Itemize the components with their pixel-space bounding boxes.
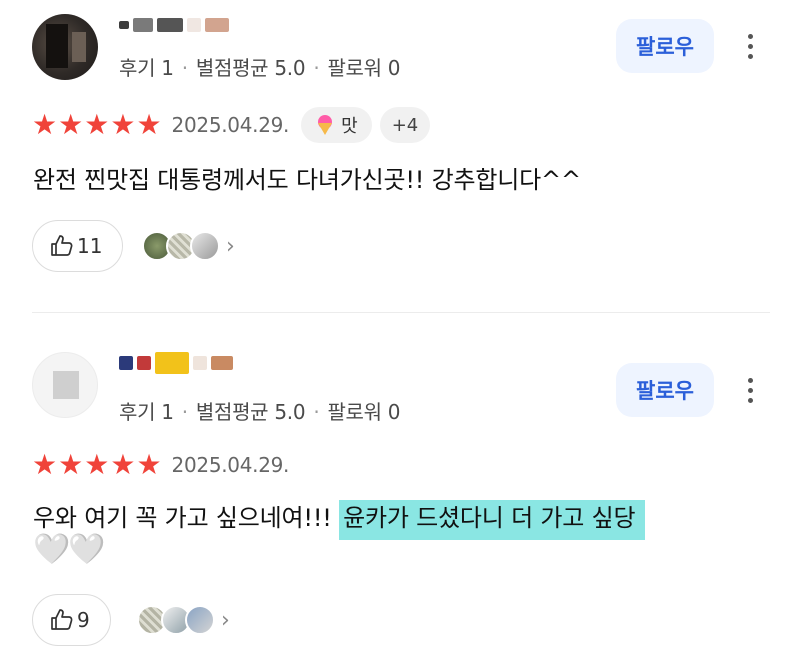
redacted-block bbox=[211, 356, 233, 370]
white-heart-icon: 🤍🤍 bbox=[33, 532, 106, 567]
icecream-icon bbox=[318, 115, 333, 135]
like-count: 9 bbox=[77, 608, 90, 632]
avatar[interactable] bbox=[32, 14, 98, 80]
like-count: 11 bbox=[77, 234, 103, 258]
tag-chip[interactable]: 맛 bbox=[301, 107, 372, 143]
avatar bbox=[190, 231, 220, 261]
review-text: 완전 찐맛집 대통령께서도 다녀가신곳!! 강추합니다^^ bbox=[33, 166, 581, 194]
thumbs-up-icon bbox=[51, 235, 73, 256]
review-count: 후기 1 bbox=[119, 56, 174, 80]
liker-avatars[interactable]: › bbox=[137, 605, 230, 635]
redacted-block bbox=[119, 21, 129, 29]
avatar-blur-block bbox=[72, 32, 86, 62]
star-rating: ★ ★ ★ ★ ★ bbox=[32, 451, 162, 479]
separator: · bbox=[313, 56, 320, 80]
divider bbox=[32, 312, 770, 313]
more-icon[interactable] bbox=[738, 370, 762, 410]
star-icon: ★ bbox=[58, 448, 84, 481]
rating-row: ★ ★ ★ ★ ★ 2025.04.29. 맛 +4 bbox=[32, 107, 431, 143]
redacted-block bbox=[205, 18, 229, 32]
like-button[interactable]: 9 bbox=[32, 594, 111, 646]
review-text: 우와 여기 꼭 가고 싶으네여!!! 윤카가 드셨다니 더 가고 싶당 bbox=[33, 498, 646, 540]
redacted-block bbox=[119, 356, 133, 370]
redacted-block bbox=[187, 18, 201, 32]
review-card: 후기 1 · 별점평균 5.0 · 팔로워 0 팔로우 ★ ★ ★ ★ ★ 20… bbox=[0, 0, 800, 314]
star-icon: ★ bbox=[58, 108, 84, 141]
review-card: 후기 1 · 별점평균 5.0 · 팔로워 0 팔로우 ★ ★ ★ ★ ★ 20… bbox=[0, 318, 800, 665]
follower-count: 팔로워 0 bbox=[327, 400, 401, 424]
star-icon: ★ bbox=[110, 108, 136, 141]
star-icon: ★ bbox=[136, 448, 162, 481]
chevron-right-icon: › bbox=[221, 607, 230, 633]
chevron-right-icon: › bbox=[226, 233, 235, 259]
nickname-redacted[interactable] bbox=[119, 352, 233, 374]
avatar-blur-block bbox=[53, 371, 79, 399]
review-count: 후기 1 bbox=[119, 400, 174, 424]
redacted-block bbox=[133, 18, 153, 32]
star-icon: ★ bbox=[84, 108, 110, 141]
thumbs-up-icon bbox=[51, 609, 73, 630]
like-button[interactable]: 11 bbox=[32, 220, 124, 272]
rating-average: 별점평균 5.0 bbox=[195, 400, 306, 424]
avatar-blur-block bbox=[46, 24, 68, 68]
redacted-block bbox=[137, 356, 151, 370]
redacted-block bbox=[155, 352, 189, 374]
follow-button[interactable]: 팔로우 bbox=[616, 363, 714, 417]
star-icon: ★ bbox=[32, 448, 58, 481]
separator: · bbox=[313, 400, 320, 424]
rating-average: 별점평균 5.0 bbox=[195, 56, 306, 80]
follow-button[interactable]: 팔로우 bbox=[616, 19, 714, 73]
tag-label: 맛 bbox=[341, 116, 358, 137]
follower-count: 팔로워 0 bbox=[327, 56, 401, 80]
review-text-plain: 우와 여기 꼭 가고 싶으네여!!! bbox=[33, 504, 340, 532]
more-icon[interactable] bbox=[738, 26, 762, 66]
rating-row: ★ ★ ★ ★ ★ 2025.04.29. bbox=[32, 450, 289, 480]
reviewer-stats: 후기 1 · 별점평균 5.0 · 팔로워 0 bbox=[119, 52, 401, 81]
star-icon: ★ bbox=[110, 448, 136, 481]
star-icon: ★ bbox=[32, 108, 58, 141]
liker-avatars[interactable]: › bbox=[142, 231, 235, 261]
nickname-redacted[interactable] bbox=[119, 14, 229, 36]
more-tags-chip[interactable]: +4 bbox=[379, 107, 431, 143]
star-rating: ★ ★ ★ ★ ★ bbox=[32, 111, 162, 139]
reviewer-stats: 후기 1 · 별점평균 5.0 · 팔로워 0 bbox=[119, 396, 401, 425]
separator: · bbox=[181, 400, 188, 424]
redacted-block bbox=[193, 356, 207, 370]
redacted-block bbox=[157, 18, 183, 32]
review-date: 2025.04.29. bbox=[171, 113, 290, 137]
star-icon: ★ bbox=[136, 108, 162, 141]
separator: · bbox=[181, 56, 188, 80]
review-date: 2025.04.29. bbox=[171, 453, 290, 477]
star-icon: ★ bbox=[84, 448, 110, 481]
review-text-highlight: 윤카가 드셨다니 더 가고 싶당 bbox=[339, 500, 646, 540]
avatar[interactable] bbox=[32, 352, 98, 418]
avatar bbox=[185, 605, 215, 635]
